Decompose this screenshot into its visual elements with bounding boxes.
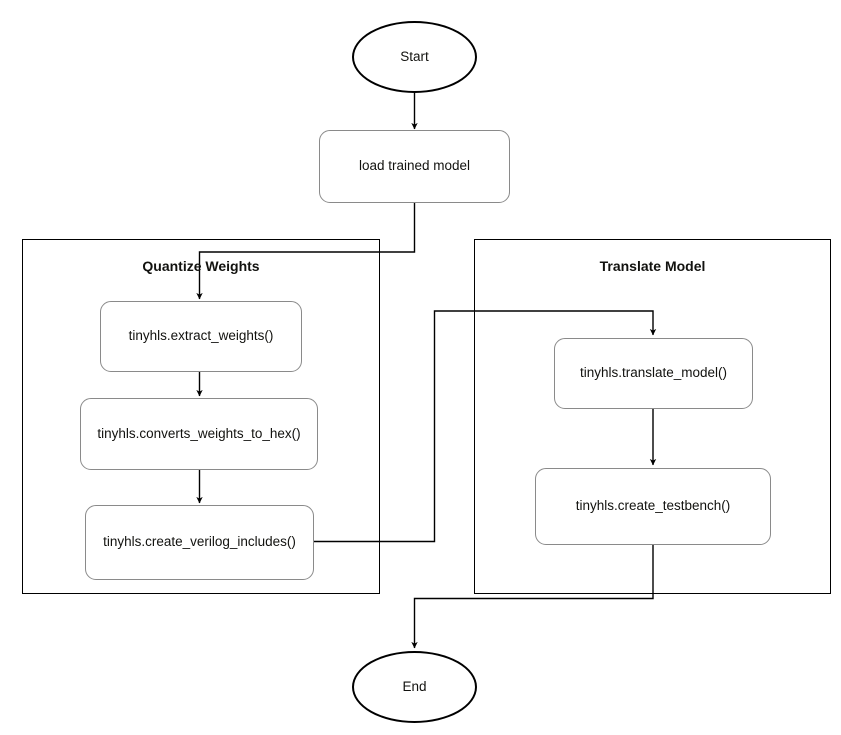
node-converts-weights-to-hex[interactable]: tinyhls.converts_weights_to_hex()	[80, 398, 318, 470]
flowchart-canvas: Quantize Weights Translate Model Start l…	[0, 0, 841, 735]
group-translate-model-title: Translate Model	[599, 258, 706, 274]
node-end-label: End	[402, 678, 427, 694]
node-end[interactable]: End	[352, 651, 477, 723]
node-create-verilog-includes-label: tinyhls.create_verilog_includes()	[103, 534, 296, 550]
node-translate-model[interactable]: tinyhls.translate_model()	[554, 338, 753, 409]
group-quantize-weights-title: Quantize Weights	[142, 258, 260, 274]
node-extract-weights[interactable]: tinyhls.extract_weights()	[100, 301, 302, 372]
node-load-trained-model-label: load trained model	[358, 158, 471, 174]
node-create-verilog-includes[interactable]: tinyhls.create_verilog_includes()	[85, 505, 314, 580]
node-load-trained-model[interactable]: load trained model	[319, 130, 510, 203]
node-create-testbench-label: tinyhls.create_testbench()	[575, 498, 731, 514]
node-translate-model-label: tinyhls.translate_model()	[579, 365, 728, 381]
node-start[interactable]: Start	[352, 21, 477, 93]
node-start-label: Start	[400, 48, 429, 64]
node-extract-weights-label: tinyhls.extract_weights()	[128, 328, 274, 344]
node-converts-weights-to-hex-label: tinyhls.converts_weights_to_hex()	[97, 425, 301, 441]
node-create-testbench[interactable]: tinyhls.create_testbench()	[535, 468, 771, 545]
